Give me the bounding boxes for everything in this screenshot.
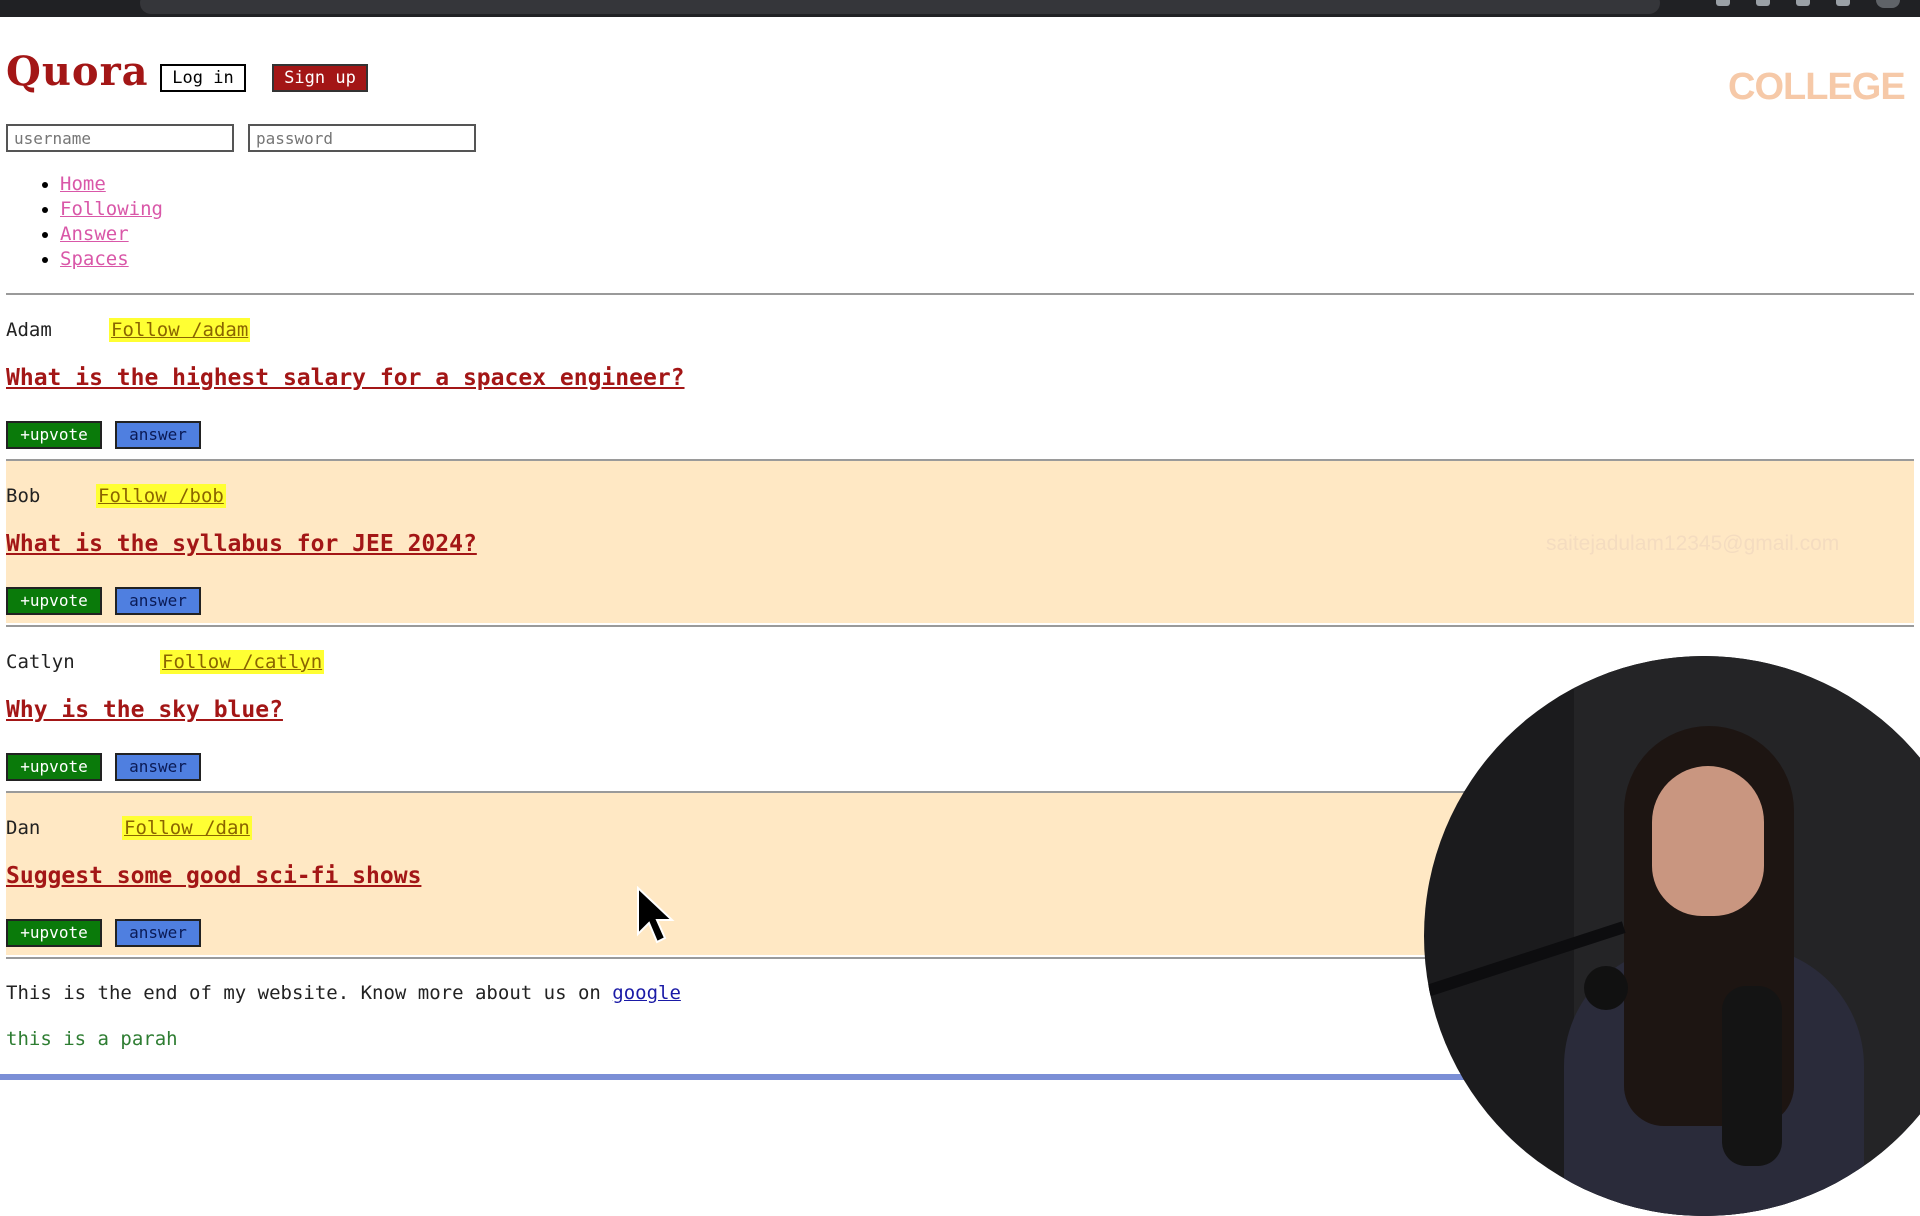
follow-link[interactable]: Follow /adam xyxy=(109,318,251,342)
answer-button[interactable]: answer xyxy=(115,753,201,781)
nav-item-home: Home xyxy=(60,172,163,197)
mouse-cursor-icon xyxy=(637,886,675,944)
upvote-button[interactable]: +upvote xyxy=(6,753,102,781)
site-logo: Quora xyxy=(6,48,149,95)
microphone xyxy=(1722,986,1782,1166)
nav-link-following[interactable]: Following xyxy=(60,198,163,220)
google-link[interactable]: google xyxy=(612,982,681,1004)
upvote-button[interactable]: +upvote xyxy=(6,587,102,615)
nav-link-home[interactable]: Home xyxy=(60,173,106,195)
puzzle-icon[interactable] xyxy=(1796,0,1810,6)
answer-button[interactable]: answer xyxy=(115,421,201,449)
upvote-button[interactable]: +upvote xyxy=(6,919,102,947)
nav-link-spaces[interactable]: Spaces xyxy=(60,248,129,270)
login-button[interactable]: Log in xyxy=(160,64,246,92)
address-bar[interactable] xyxy=(140,0,1660,14)
main-nav: Home Following Answer Spaces xyxy=(36,172,163,272)
nav-item-answer: Answer xyxy=(60,222,163,247)
browser-toolbar xyxy=(0,0,1920,17)
post-author: Catlyn xyxy=(6,651,75,673)
password-input[interactable] xyxy=(248,124,476,152)
post-author: Bob xyxy=(6,485,41,507)
mic-icon xyxy=(1584,966,1628,1010)
profile-avatar-icon[interactable] xyxy=(1876,0,1900,8)
paragraph-text: this is a parah xyxy=(6,1028,178,1050)
college-watermark: COLLEGE xyxy=(1728,66,1906,108)
answer-button[interactable]: answer xyxy=(115,587,201,615)
footer-text: This is the end of my website. Know more… xyxy=(6,982,681,1004)
footer-sentence: This is the end of my website. Know more… xyxy=(6,982,613,1004)
post-question-link[interactable]: What is the highest salary for a spacex … xyxy=(6,365,685,391)
follow-link[interactable]: Follow /bob xyxy=(96,484,226,508)
post-author: Adam xyxy=(6,319,52,341)
upvote-button[interactable]: +upvote xyxy=(6,421,102,449)
follow-link[interactable]: Follow /dan xyxy=(122,816,252,840)
post-card: Adam Follow /adam What is the highest sa… xyxy=(6,293,1914,457)
sidebar-icon[interactable] xyxy=(1836,0,1850,6)
signup-button[interactable]: Sign up xyxy=(272,64,368,92)
browser-toolbar-icons xyxy=(1716,0,1900,17)
post-question-link[interactable]: What is the syllabus for JEE 2024? xyxy=(6,531,477,557)
nav-item-spaces: Spaces xyxy=(60,247,163,272)
follow-link[interactable]: Follow /catlyn xyxy=(160,650,325,674)
presenter-face xyxy=(1652,766,1764,916)
nav-link-answer[interactable]: Answer xyxy=(60,223,129,245)
post-author: Dan xyxy=(6,817,41,839)
bookmark-icon[interactable] xyxy=(1716,0,1730,6)
nav-item-following: Following xyxy=(60,197,163,222)
post-question-link[interactable]: Why is the sky blue? xyxy=(6,697,283,723)
post-question-link[interactable]: Suggest some good sci-fi shows xyxy=(6,863,421,889)
username-input[interactable] xyxy=(6,124,234,152)
extensions-icon[interactable] xyxy=(1756,0,1770,6)
email-watermark: saitejadulam12345@gmail.com xyxy=(1546,532,1840,555)
answer-button[interactable]: answer xyxy=(115,919,201,947)
